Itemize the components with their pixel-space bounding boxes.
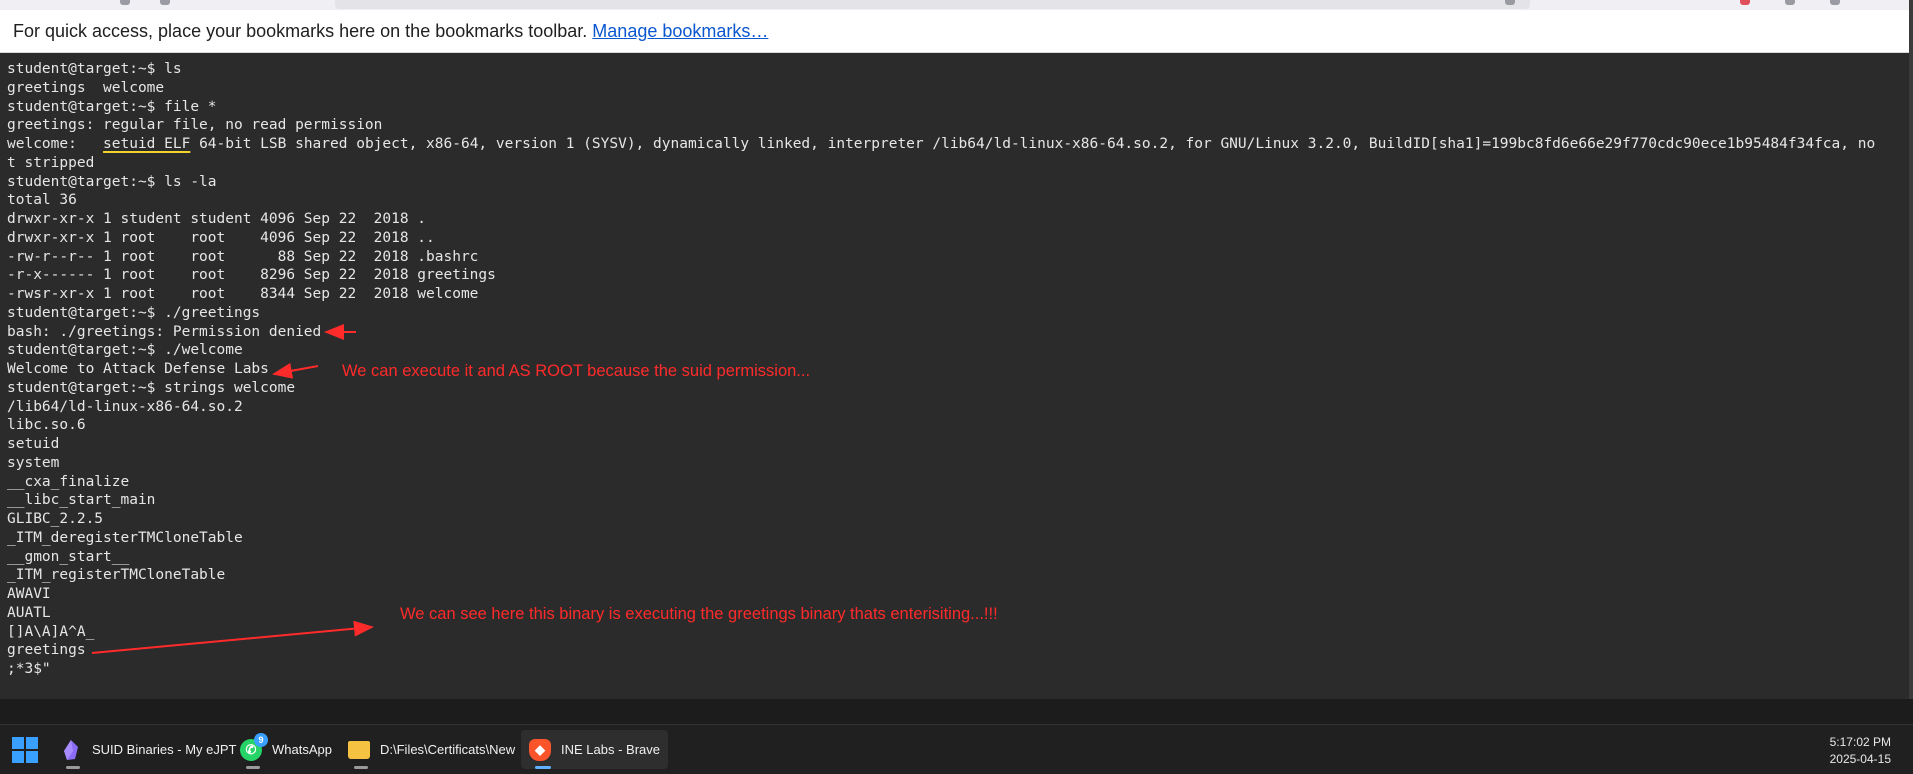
menu-icon[interactable] [1830, 0, 1840, 5]
terminal-line: student@target:~$ ./greetings [7, 304, 261, 321]
clock-date: 2025-04-15 [1829, 752, 1891, 766]
terminal-line: -r-x------ 1 root root 8296 Sep 22 2018 … [7, 267, 496, 284]
taskbar-label: SUID Binaries - My eJPT [92, 742, 237, 757]
terminal-line: greetings welcome [7, 79, 165, 96]
taskbar-item-brave[interactable]: ◆ INE Labs - Brave [521, 730, 668, 769]
terminal-line: libc.so.6 [7, 417, 86, 434]
terminal-line: -rwsr-xr-x 1 root root 8344 Sep 22 2018 … [7, 286, 479, 302]
bookmark-star-icon[interactable] [1505, 0, 1515, 5]
profile-icon[interactable] [1785, 0, 1795, 5]
terminal-line: t stripped [7, 154, 95, 171]
terminal-line: greetings [7, 642, 86, 659]
windows-logo-icon [12, 737, 24, 749]
window-edge [1909, 0, 1913, 700]
taskbar-item-file-explorer[interactable]: D:\Files\Certificats\New [340, 730, 523, 769]
start-button[interactable] [12, 737, 38, 763]
terminal-line: student@target:~$ file * [7, 98, 217, 115]
terminal-line: system [7, 454, 60, 471]
terminal-line: bash: ./greetings: Permission denied [7, 323, 322, 340]
terminal-line: GLIBC_2.2.5 [7, 511, 104, 527]
manage-bookmarks-link[interactable]: Manage bookmarks… [592, 21, 768, 41]
terminal-line: __libc_start_main [7, 492, 156, 509]
terminal-text: student@target:~$ ls greetings welcome stu… [7, 60, 1875, 679]
taskbar-label: WhatsApp [272, 742, 332, 757]
terminal-line: _ITM_registerTMCloneTable [7, 567, 226, 584]
terminal-line: setuid [7, 436, 60, 452]
terminal-line: greetings: regular file, no read permiss… [7, 117, 383, 134]
active-indicator [535, 766, 551, 769]
terminal-line: __cxa_finalize [7, 473, 130, 490]
terminal-line: student@target:~$ ls [7, 61, 182, 77]
obsidian-icon [60, 739, 82, 761]
taskbar-item-whatsapp[interactable]: ✆ 9 WhatsApp [232, 730, 340, 769]
terminal-line: student@target:~$ ./welcome [7, 342, 243, 359]
running-indicator [354, 766, 368, 769]
terminal-output[interactable]: student@target:~$ ls greetings welcome stu… [0, 54, 1909, 699]
terminal-line: -rw-r--r-- 1 root root 88 Sep 22 2018 .b… [7, 248, 479, 265]
bookmarks-toolbar: For quick access, place your bookmarks h… [0, 10, 1909, 53]
terminal-line: Welcome to Attack Defense Labs [7, 361, 269, 377]
terminal-line: drwxr-xr-x 1 student student 4096 Sep 22… [7, 211, 427, 227]
taskbar-label: D:\Files\Certificats\New [380, 742, 516, 757]
terminal-line: /lib64/ld-linux-x86-64.so.2 [7, 398, 243, 415]
whatsapp-icon: ✆ 9 [240, 732, 268, 761]
terminal-line: AWAVI [7, 586, 51, 602]
terminal-line: student@target:~$ ls -la [7, 173, 217, 190]
terminal-line: __gmon_start__ [7, 548, 130, 565]
clock-time: 5:17:02 PM [1829, 735, 1891, 749]
terminal-line: student@target:~$ strings welcome [7, 379, 296, 396]
running-indicator [66, 766, 80, 769]
terminal-line: _ITM_deregisterTMCloneTable [7, 529, 243, 546]
folder-icon [348, 740, 370, 759]
reload-icon[interactable] [120, 0, 130, 5]
brave-icon: ◆ [529, 738, 551, 761]
terminal-line: total 36 [7, 192, 77, 209]
terminal-line: ;*3$" [7, 661, 51, 677]
home-icon[interactable] [160, 0, 170, 5]
system-clock[interactable]: 5:17:02 PM 2025-04-15 [1830, 734, 1891, 768]
running-indicator [246, 766, 260, 769]
taskbar: SUID Binaries - My eJPT ✆ 9 WhatsApp D:\… [0, 724, 1913, 774]
address-bar[interactable] [335, 0, 1530, 9]
browser-toolbar-edge [0, 0, 1913, 10]
terminal-bottom-bar [0, 699, 1913, 724]
taskbar-item-obsidian[interactable]: SUID Binaries - My eJPT [52, 730, 244, 769]
taskbar-label: INE Labs - Brave [561, 742, 660, 757]
extension-icon[interactable] [1740, 0, 1750, 5]
binary-annotation: We can see here this binary is executing… [400, 605, 998, 623]
terminal-line: []A\A]A^A_ [7, 623, 95, 640]
setuid-highlight: setuid ELF [103, 136, 191, 152]
bookmarks-hint: For quick access, place your bookmarks h… [13, 21, 588, 41]
terminal-line: drwxr-xr-x 1 root root 4096 Sep 22 2018 … [7, 229, 435, 246]
suid-annotation: We can execute it and AS ROOT because th… [342, 362, 811, 380]
terminal-line: welcome: setuid ELF 64-bit LSB shared ob… [7, 136, 1876, 152]
notification-badge: 9 [254, 732, 268, 747]
